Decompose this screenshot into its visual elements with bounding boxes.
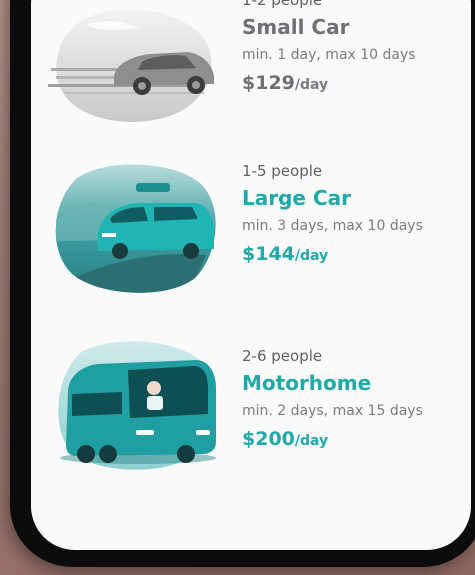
vehicle-list: 1-2 people Small Car min. 1 day, max 10 … [31,0,471,550]
daily-price: $144/day [242,241,467,267]
price-amount: $144 [242,243,295,265]
vehicle-name: Motorhome [242,371,372,395]
price-amount: $129 [242,72,295,94]
vehicle-name: Large Car [242,186,351,210]
rental-limits: min. 3 days, max 10 days [242,218,423,234]
price-unit: /day [294,77,329,93]
large-car-illustration [55,164,216,293]
vehicle-card-small-car[interactable]: 1-2 people Small Car min. 1 day, max 10 … [31,0,471,150]
small-car-illustration [48,9,214,122]
daily-price: $200/day [242,426,467,452]
price-unit: /day [294,248,329,264]
daily-price: $129/day [242,70,467,96]
rental-limits: min. 1 day, max 10 days [242,47,416,63]
price-unit: /day [294,433,329,449]
rental-limits: min. 2 days, max 15 days [242,403,423,419]
people-count: 1-2 people [242,0,323,9]
price-amount: $200 [242,428,295,450]
people-count: 2-6 people [242,347,323,365]
people-count: 1-5 people [242,162,323,180]
motorhome-illustration [58,341,216,470]
vehicle-card-motorhome[interactable]: 2-6 people Motorhome min. 2 days, max 15… [31,341,471,506]
vehicle-card-large-car[interactable]: 1-5 people Large Car min. 3 days, max 10… [31,161,471,321]
vehicle-name: Small Car [242,15,350,39]
